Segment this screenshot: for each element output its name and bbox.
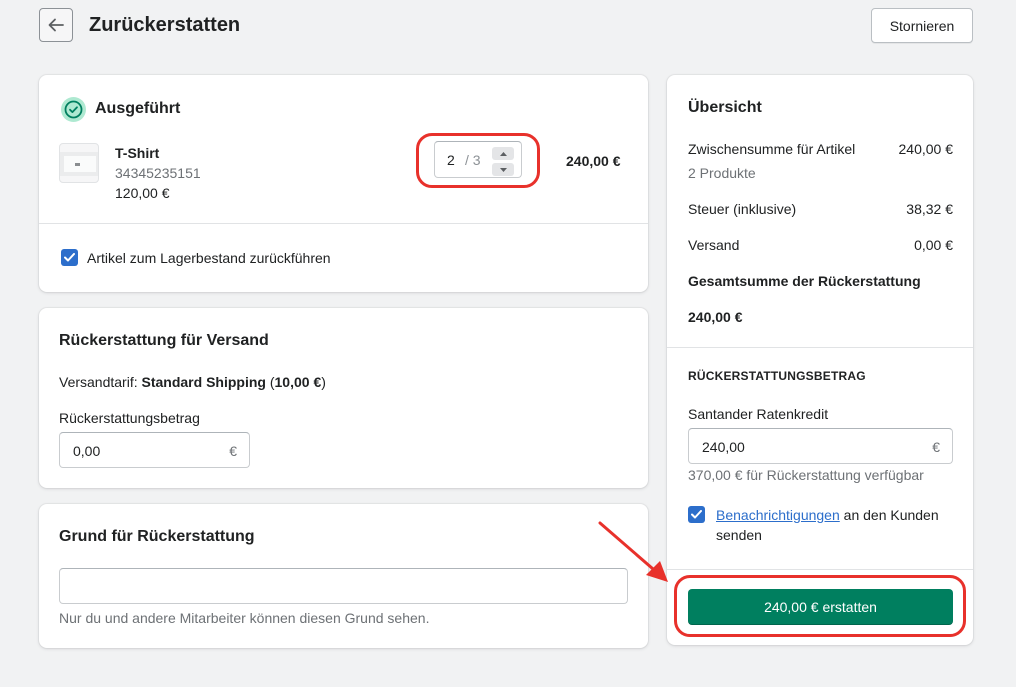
restock-label: Artikel zum Lagerbestand zurückführen (87, 250, 331, 266)
check-circle-icon (61, 97, 86, 122)
shipping-rate-amount: (10,00 €) (269, 374, 326, 390)
item-price: 120,00 € (115, 185, 170, 201)
annotation-arrow-icon (598, 521, 668, 582)
notifications-link[interactable]: Benachrichtigungen (716, 507, 840, 523)
shipping-amount-value: 0,00 (73, 443, 101, 459)
notify-checkbox[interactable] (688, 506, 705, 523)
shipping-refund-card: Rückerstattung für Versand Versandtarif:… (39, 308, 648, 488)
checkmark-icon (64, 253, 75, 262)
refund-amount-field[interactable]: 240,00 € (688, 428, 953, 464)
quantity-highlight (416, 133, 540, 188)
reason-input[interactable] (59, 568, 628, 604)
divider (667, 347, 973, 348)
subtotal-row: Zwischensumme für Artikel 240,00 € (688, 141, 953, 157)
refund-reason-card: Grund für Rückerstattung Nur du und ande… (39, 504, 648, 648)
tax-row: Steuer (inklusive) 38,32 € (688, 201, 953, 217)
refund-reason-title: Grund für Rückerstattung (59, 528, 255, 545)
divider (39, 223, 648, 224)
total-value: 240,00 € (688, 309, 743, 325)
payment-method-label: Santander Ratenkredit (688, 406, 829, 422)
product-thumbnail (59, 143, 99, 183)
item-name: T-Shirt (115, 145, 160, 161)
back-button[interactable] (39, 8, 73, 42)
refund-button-highlight (674, 575, 966, 637)
total-label: Gesamtsumme der Rückerstattung (688, 273, 921, 289)
currency-suffix: € (932, 439, 940, 455)
shipping-amount-field[interactable]: 0,00 € (59, 432, 250, 468)
fulfillment-status: Ausgeführt (95, 100, 181, 117)
line-total: 240,00 € (566, 153, 621, 169)
product-image (60, 152, 98, 176)
refund-amount-value: 240,00 (702, 439, 745, 455)
arrow-left-icon (48, 18, 64, 32)
fulfilled-items-card: Ausgeführt T-Shirt 34345235151 120,00 € … (39, 75, 648, 292)
notify-text: Benachrichtigungen an den Kunden senden (716, 505, 956, 545)
shipping-rate-name: Standard Shipping (141, 374, 266, 390)
summary-title: Übersicht (688, 99, 762, 116)
refund-amount-heading: RÜCKERSTATTUNGSBETRAG (688, 369, 866, 383)
subtotal-count: 2 Produkte (688, 165, 756, 181)
shipping-refund-title: Rückerstattung für Versand (59, 332, 269, 349)
summary-card: Übersicht Zwischensumme für Artikel 240,… (667, 75, 973, 645)
page-title: Zurückerstatten (89, 14, 241, 36)
cancel-button[interactable]: Stornieren (871, 8, 973, 43)
tax-value: 38,32 € (906, 201, 953, 217)
reason-help-text: Nur du und andere Mitarbeiter können die… (59, 610, 430, 626)
shipping-rate: Versandtarif: Standard Shipping (10,00 €… (59, 374, 326, 390)
subtotal-value: 240,00 € (898, 141, 954, 157)
tax-label: Steuer (inklusive) (688, 201, 797, 217)
shipping-rate-prefix: Versandtarif: (59, 374, 138, 390)
shipping-row: Versand 0,00 € (688, 237, 953, 253)
currency-suffix: € (229, 443, 237, 459)
shipping-value: 0,00 € (914, 237, 953, 253)
available-amount: 370,00 € für Rückerstattung verfügbar (688, 467, 924, 483)
subtotal-label: Zwischensumme für Artikel (688, 141, 856, 157)
checkmark-icon (691, 510, 702, 519)
shipping-label: Versand (688, 237, 740, 253)
shipping-amount-label: Rückerstattungsbetrag (59, 410, 200, 426)
divider (667, 569, 973, 570)
restock-checkbox[interactable] (61, 249, 78, 266)
item-sku: 34345235151 (115, 165, 201, 181)
